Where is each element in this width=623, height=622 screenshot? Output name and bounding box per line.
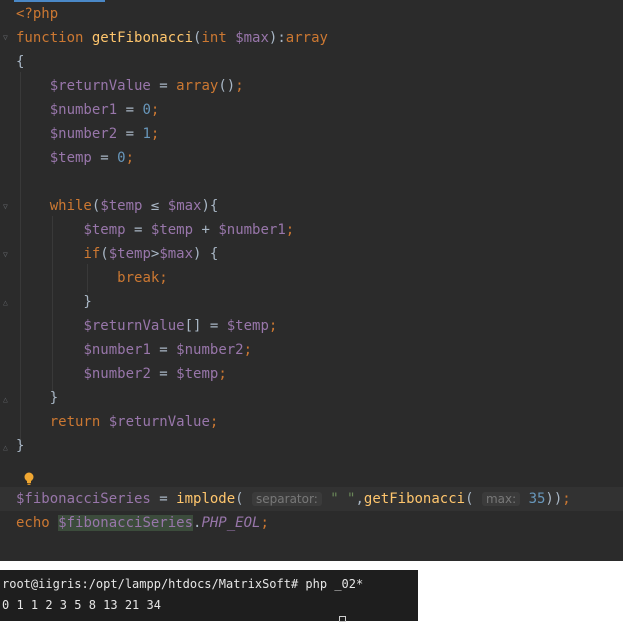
line-text: $number1 = 0; [49, 102, 160, 118]
code-line[interactable]: <?php [0, 2, 623, 26]
line-text: while($temp ≤ $max){ [49, 198, 219, 214]
line-text: $number2 = 1; [49, 126, 160, 142]
line-text: if($temp>$max) { [83, 246, 219, 262]
code-line[interactable] [0, 170, 623, 194]
code-line[interactable]: $returnValue[] = $temp; [0, 314, 623, 338]
line-text: $returnValue = array(); [49, 78, 244, 94]
line-text: } [16, 438, 25, 454]
line-text: $returnValue[] = $temp; [83, 318, 278, 334]
code-line[interactable]: echo $fibonacciSeries.PHP_EOL; [0, 511, 623, 535]
line-text: function getFibonacci(int $max):array [16, 30, 328, 46]
code-line[interactable]: $temp = 0; [0, 146, 623, 170]
code-line[interactable]: $number2 = $temp; [0, 362, 623, 386]
code-line[interactable]: $returnValue = array(); [0, 74, 623, 98]
code-line[interactable]: } [0, 434, 623, 458]
line-text: echo $fibonacciSeries.PHP_EOL; [16, 515, 269, 531]
lightbulb-icon[interactable] [24, 471, 34, 485]
code-editor[interactable]: ▽ ▽ ▽ △ △ △ <?php function getFibonacci(… [0, 0, 623, 561]
code-line[interactable]: function getFibonacci(int $max):array [0, 26, 623, 50]
line-text: $temp = $temp + $number1; [83, 222, 295, 238]
line-text: return $returnValue; [49, 414, 219, 430]
line-text: break; [117, 270, 168, 286]
param-hint-max: max: [481, 492, 521, 506]
code-line[interactable] [0, 458, 623, 482]
terminal-panel[interactable]: root@iigris:/opt/lampp/htdocs/MatrixSoft… [0, 570, 418, 622]
param-hint-separator: separator: [252, 492, 322, 506]
line-text: $temp = 0; [49, 150, 135, 166]
code-line[interactable]: while($temp ≤ $max){ [0, 194, 623, 218]
line-text: $fibonacciSeries = implode( separator: "… [16, 491, 571, 507]
code-line[interactable]: $temp = $temp + $number1; [0, 218, 623, 242]
line-text: <?php [16, 6, 59, 22]
line-text: $number2 = $temp; [83, 366, 227, 382]
terminal-cursor [339, 616, 346, 622]
code-line[interactable]: { [0, 50, 623, 74]
code-line[interactable]: } [0, 386, 623, 410]
code-line[interactable]: break; [0, 266, 623, 290]
terminal-prompt: root@iigris:/opt/lampp/htdocs/MatrixSoft… [2, 577, 364, 591]
code-line-current[interactable]: $fibonacciSeries = implode( separator: "… [0, 487, 623, 511]
code-line[interactable]: $number1 = 0; [0, 98, 623, 122]
code-line[interactable]: $number1 = $number2; [0, 338, 623, 362]
code-line[interactable]: $number2 = 1; [0, 122, 623, 146]
line-text: { [16, 54, 25, 70]
line-text: } [16, 294, 92, 310]
terminal-output: 0 1 1 2 3 5 8 13 21 34 [2, 598, 161, 612]
line-text: $number1 = $number2; [83, 342, 253, 358]
code-line[interactable]: } [0, 290, 623, 314]
line-text: } [16, 390, 59, 406]
code-line[interactable]: return $returnValue; [0, 410, 623, 434]
code-line[interactable]: if($temp>$max) { [0, 242, 623, 266]
